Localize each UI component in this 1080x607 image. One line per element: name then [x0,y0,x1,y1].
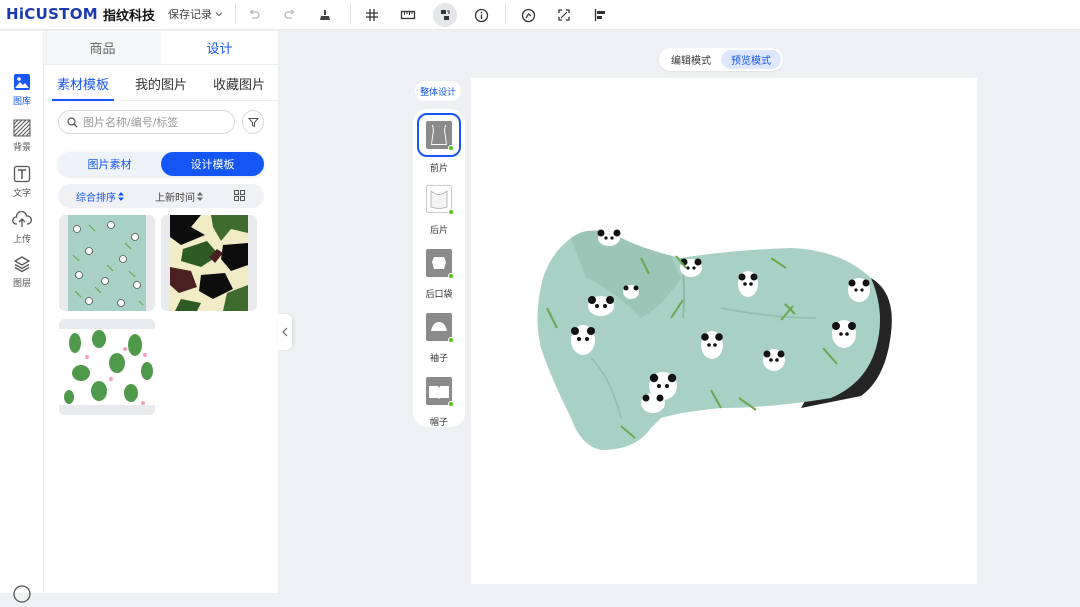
sort-comprehensive[interactable]: 综合排序 [76,189,124,204]
garment-parts-list: 前片 后片 后口袋 袖子 帽子 [413,109,465,428]
template-thumbnail-panda[interactable] [59,215,155,311]
tab-products[interactable]: 商品 [44,31,161,64]
part-back-pocket[interactable]: 后口袋 [413,243,465,300]
tab-favorite-images[interactable]: 收藏图片 [200,67,278,100]
undo-icon[interactable] [244,5,264,25]
sort-newest[interactable]: 上新时间 [155,189,203,204]
rail-item-layers[interactable]: 图层 [0,255,44,289]
status-dot [448,209,454,215]
rail-item-label: 背景 [12,143,31,153]
sort-comprehensive-label: 综合排序 [76,192,116,204]
redo-icon[interactable] [280,5,300,25]
part-label: 前片 [429,164,448,174]
part-thumbnail [419,179,459,219]
sort-bar: 综合排序 上新时间 [58,184,264,208]
rail-item-label: 图库 [12,97,31,107]
search-box [58,110,235,134]
sort-arrows-icon [197,191,203,201]
chevron-left-icon [282,327,288,337]
search-icon [67,116,78,127]
status-dot [448,145,454,151]
template-thumbnail-cactus[interactable] [59,319,155,415]
part-sleeve[interactable]: 袖子 [413,307,465,364]
preview-canvas[interactable] [471,78,977,584]
part-thumbnail [417,113,461,157]
help-icon[interactable] [12,584,32,607]
whole-design-button[interactable]: 整体设计 [415,81,461,101]
part-hood[interactable]: 帽子 [413,371,465,428]
panel-top-tabs: 商品 设计 [44,31,278,65]
template-thumbnail-camouflage[interactable] [161,215,257,311]
part-thumbnail [419,243,459,283]
text-icon [13,165,31,183]
status-dot [448,337,454,343]
material-type-switch: 图片素材 设计模板 [58,152,264,176]
filter-button[interactable] [242,110,264,134]
sort-arrows-icon [118,191,124,201]
part-front[interactable]: 前片 [413,113,465,174]
mode-toggle: 编辑模式 预览模式 [659,48,783,71]
panel-sub-tabs: 素材模板 我的图片 收藏图片 [44,67,278,101]
grid-view-icon[interactable] [234,190,245,204]
sort-newest-label: 上新时间 [155,192,195,204]
background-icon [13,119,31,137]
segment-design-template[interactable]: 设计模板 [161,152,264,176]
asset-panel: 商品 设计 素材模板 我的图片 收藏图片 图片素材 设计模板 综合排序 上新时间 [44,31,278,593]
preview-mode-button[interactable]: 预览模式 [721,50,781,69]
layers-toggle-icon[interactable] [433,3,457,27]
edit-mode-button[interactable]: 编辑模式 [661,50,721,69]
search-input[interactable] [83,115,223,129]
filter-icon [247,117,259,127]
clean-icon[interactable] [315,5,335,25]
segment-image-material[interactable]: 图片素材 [58,152,161,176]
save-record-dropdown[interactable]: 保存记录 [168,6,223,22]
garment-3d-preview [537,229,892,450]
brand-logo: HiCUSTOM 指纹科技 [6,4,155,24]
image-icon [14,74,30,90]
part-label: 帽子 [429,418,448,428]
part-thumbnail [419,371,459,411]
rail-item-upload[interactable]: 上传 [0,211,44,245]
part-thumbnail [419,307,459,347]
brand-name-en: HiCUSTOM [6,5,98,23]
layers-icon [13,256,31,273]
chevron-down-icon [215,12,223,17]
rail-item-label: 图层 [12,279,31,289]
tab-my-images[interactable]: 我的图片 [122,67,200,100]
part-label: 后片 [429,226,448,236]
gauge-icon[interactable] [518,5,538,25]
rail-item-label: 文字 [12,189,31,199]
status-dot [448,273,454,279]
tab-design[interactable]: 设计 [161,31,278,64]
status-dot [448,401,454,407]
top-toolbar: HiCUSTOM 指纹科技 保存记录 [0,0,1080,30]
brand-name-cn: 指纹科技 [103,8,156,24]
info-icon[interactable] [471,5,491,25]
ruler-icon[interactable] [398,5,418,25]
rail-item-text[interactable]: 文字 [0,165,44,199]
fullscreen-icon[interactable] [554,5,574,25]
upload-icon [12,211,32,227]
toolbar-divider [235,4,236,24]
part-back[interactable]: 后片 [413,179,465,236]
toolbar-divider [350,4,351,24]
tab-material-templates[interactable]: 素材模板 [44,67,122,101]
rail-item-background[interactable]: 背景 [0,119,44,153]
part-label: 袖子 [429,354,448,364]
save-record-label: 保存记录 [168,8,212,21]
collapse-panel-button[interactable] [278,314,292,350]
toolbar-divider [505,4,506,24]
rail-item-label: 上传 [12,235,31,245]
tool-rail: 图库 背景 文字 上传 图层 [0,31,44,603]
rail-item-gallery[interactable]: 图库 [0,73,44,107]
grid-icon[interactable] [362,5,382,25]
part-label: 后口袋 [425,290,453,300]
align-icon[interactable] [590,5,610,25]
